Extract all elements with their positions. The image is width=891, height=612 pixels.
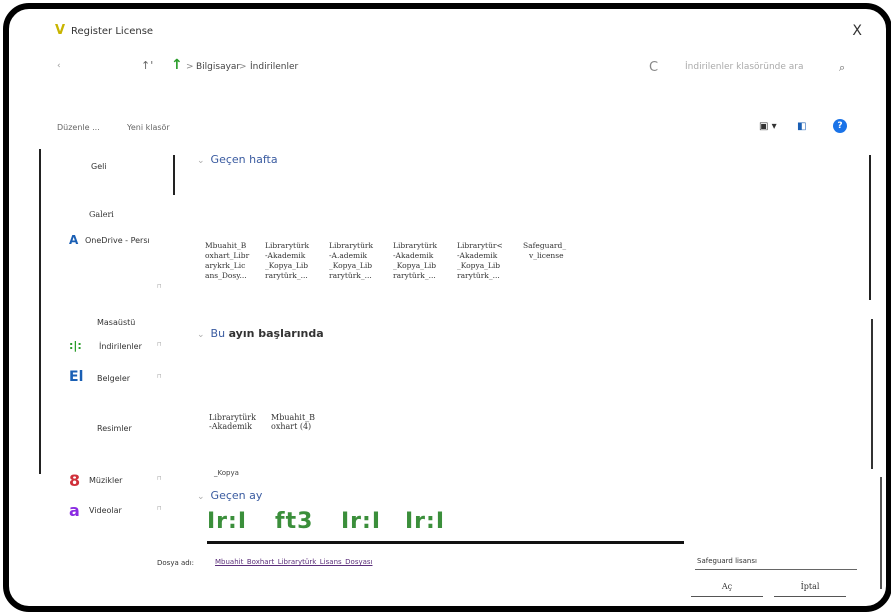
file-item[interactable]: Librarytürk -Akademik _Kopya_Lib rarytürk_.… [265, 241, 335, 281]
pin-icon: ⊓ [157, 505, 162, 512]
cancel-button[interactable]: İptal [774, 578, 846, 597]
up-arrow-icon[interactable]: ↑ [171, 57, 183, 73]
file-thumbnail[interactable]: Ir:I [341, 509, 381, 534]
filename-input[interactable]: Mbuahit_Boxhart_Librarytürk_Lisans_Dosya… [215, 558, 373, 566]
chevron-down-icon: ⌄ [197, 156, 205, 166]
sidebar-item-downloads[interactable]: :|: İndirilenler ⊓ [45, 337, 173, 355]
divider [871, 319, 873, 469]
file-item[interactable]: Safeguard_ v_license [523, 241, 593, 261]
refresh-button[interactable]: C [649, 60, 658, 75]
chevron-down-icon: ⌄ [197, 330, 205, 340]
sidebar-item-music[interactable]: 8 Müzikler ⊓ [45, 471, 173, 490]
file-item[interactable]: Librarytürk -Akademik [209, 413, 256, 431]
breadcrumb-separator-icon: > [186, 62, 194, 72]
view-options-icon[interactable]: ▣ ▾ [759, 121, 777, 132]
breadcrumb-separator-icon: > [239, 62, 247, 72]
sidebar-item-home[interactable]: Geli [45, 157, 173, 175]
sidebar-item-videos[interactable]: a Videolar ⊓ [45, 501, 173, 520]
file-type-select[interactable]: Safeguard lisansı [695, 553, 857, 570]
close-button[interactable]: X [852, 23, 862, 39]
file-item[interactable]: Librarytür< -Akademik _Kopya_Lib rarytürk_.… [457, 241, 527, 281]
search-input[interactable]: İndirilenler klasöründe ara [685, 62, 804, 72]
file-item[interactable]: Librarytürk -A.ademik _Kopya_Lib rarytürk_.… [329, 241, 399, 281]
open-button[interactable]: Aç [691, 578, 763, 597]
sidebar-item-desktop[interactable]: Masaüstü [45, 313, 173, 331]
new-folder-button[interactable]: Yeni klasör [127, 123, 170, 132]
window-title: Register License [71, 26, 154, 37]
navigation-bar: ‹ ↑' ↑ > Bilgisayar > İndirilenler C İnd… [53, 57, 856, 81]
file-thumbnail[interactable]: ft3 [275, 509, 313, 534]
onedrive-icon: A [69, 233, 79, 247]
title-bar: V Register License X [47, 17, 862, 41]
sidebar-item-onedrive[interactable]: A OneDrive - Persı [45, 231, 173, 249]
file-thumbnail[interactable]: Ir:I [405, 509, 445, 534]
sidebar-item-label: OneDrive - Persı [85, 236, 150, 245]
preview-pane-icon[interactable]: ◧ [797, 121, 806, 132]
help-icon[interactable]: ? [833, 119, 847, 133]
sidebar-item-documents[interactable]: El Belgeler ⊓ [45, 369, 173, 387]
file-item[interactable]: Librarytürk -Akademik _Kopya_Lib rarytürk_.… [393, 241, 463, 281]
sidebar-item-pictures[interactable]: Resimler [45, 419, 173, 437]
chevron-down-icon: ⌄ [197, 492, 205, 502]
group-label: Geçen hafta [210, 153, 278, 166]
horizontal-scrollbar[interactable] [207, 541, 684, 544]
sidebar-item-label: Belgeler [97, 374, 131, 383]
sidebar-pin: ⊓ [45, 259, 173, 290]
file-thumbnail[interactable]: Ir:I [207, 509, 247, 534]
pin-icon: ⊓ [157, 373, 162, 380]
sidebar-item-label: İndirilenler [99, 342, 142, 351]
file-item[interactable]: _Kopya [214, 469, 239, 477]
downloads-icon: :|: [69, 339, 82, 352]
group-header-this-month[interactable]: ⌄ Bu ayın başlarında [197, 327, 324, 340]
search-icon[interactable]: ⌕ [839, 61, 845, 75]
sidebar-item-label: Galeri [89, 210, 114, 219]
videos-icon: a [69, 501, 80, 520]
sidebar-item-label: Masaüstü [97, 318, 136, 327]
file-item[interactable]: Mbuahit_B oxhart (4) [271, 413, 315, 431]
group-header-last-month[interactable]: ⌄ Geçen ay [197, 489, 262, 502]
group-label: Geçen ay [210, 489, 263, 502]
breadcrumb-item-downloads[interactable]: İndirilenler [250, 62, 298, 72]
breadcrumb-item-computer[interactable]: Bilgisayar [196, 62, 240, 72]
pin-icon: ⊓ [157, 341, 162, 348]
group-header-last-week[interactable]: ⌄ Geçen hafta [197, 153, 278, 166]
up-icon[interactable]: ↑' [141, 59, 153, 72]
divider [880, 477, 882, 589]
filename-label: Dosya adı: [157, 559, 195, 567]
group-label: Bu [210, 327, 226, 340]
organize-button[interactable]: Düzenle ... [57, 123, 100, 132]
navigation-pane: Geli Galeri A OneDrive - Persı ⊓ Masaüst… [45, 149, 175, 529]
sidebar-item-label: Videolar [89, 506, 122, 515]
sidebar-item-label: Müzikler [89, 476, 123, 485]
back-button[interactable]: ‹ [57, 61, 61, 71]
pin-icon: ⊓ [157, 283, 162, 290]
command-bar: Düzenle ... Yeni klasör ▣ ▾ ◧ ? [53, 119, 866, 139]
app-icon: V [55, 23, 66, 38]
divider [39, 149, 41, 474]
scrollbar[interactable] [869, 155, 871, 300]
documents-icon: El [69, 369, 84, 385]
dialog-frame: V Register License X ‹ ↑' ↑ > Bilgisayar… [3, 3, 891, 612]
sidebar-item-label: Resimler [97, 424, 132, 433]
music-icon: 8 [69, 471, 81, 490]
sidebar-item-gallery[interactable]: Galeri [45, 205, 173, 223]
group-label-bold: ayın başlarında [228, 327, 324, 340]
pin-icon: ⊓ [157, 475, 162, 482]
sidebar-item-label: Geli [91, 162, 107, 171]
